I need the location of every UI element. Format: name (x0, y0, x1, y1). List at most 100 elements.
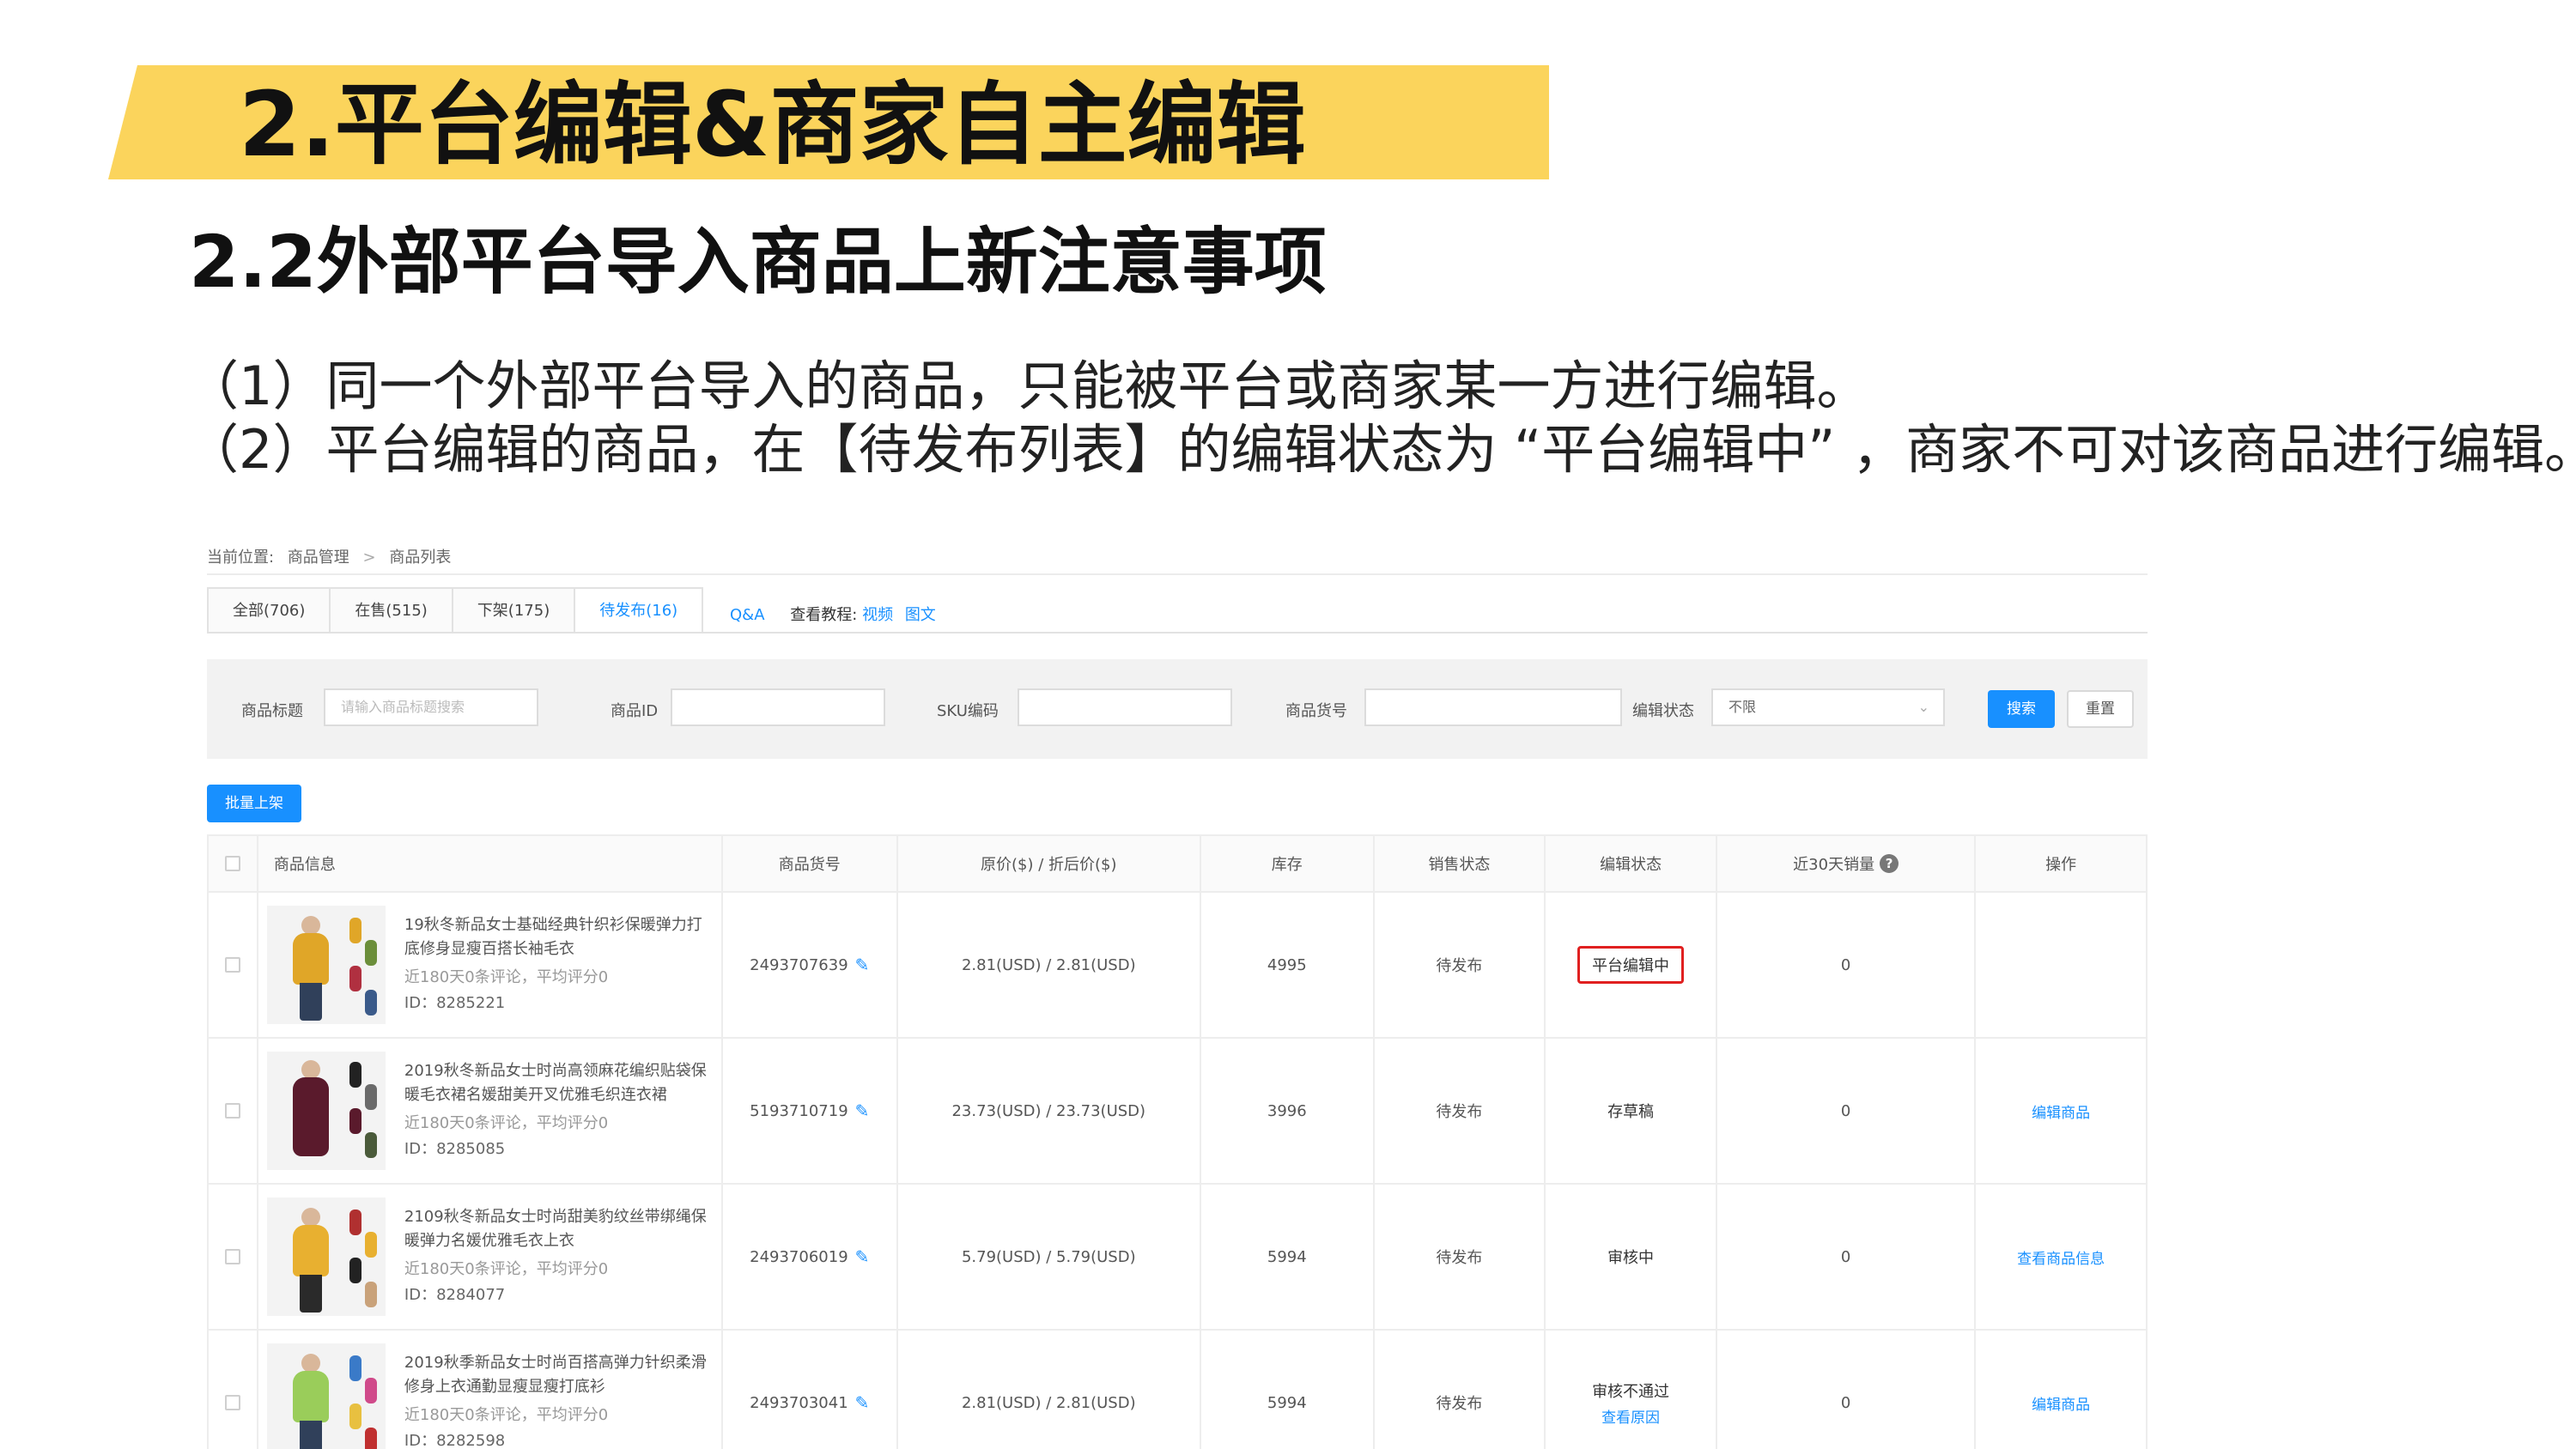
edit-status-cell: 平台编辑中 (1546, 893, 1717, 1037)
row-checkbox[interactable] (224, 957, 240, 973)
variant-icon (349, 1355, 361, 1381)
variant-icon (364, 1084, 377, 1110)
sold30-cell: 0 (1717, 893, 1977, 1037)
variant-icon (364, 1132, 377, 1158)
edit-status-text: 审核中 (1607, 1249, 1655, 1267)
help-links: Q&A 查看教程: 视频 图文 (730, 603, 943, 625)
stock-cell: 5994 (1201, 1331, 1375, 1449)
header-edit-status: 编辑状态 (1546, 836, 1717, 891)
video-link[interactable]: 视频 (862, 606, 893, 624)
stock-cell: 4995 (1201, 893, 1375, 1037)
product-id: ID：8282598 (404, 1432, 506, 1449)
product-info-cell: 2019秋冬新品女士时尚高领麻花编织贴袋保暖毛衣裙名媛甜美开叉优雅毛织连衣裙 近… (258, 1039, 723, 1183)
pencil-icon[interactable]: ✎ (855, 1246, 870, 1267)
tab-off-shelf[interactable]: 下架(175) (451, 587, 574, 634)
qa-link[interactable]: Q&A (730, 606, 765, 624)
edit-status-select-value: 不限 (1728, 699, 1757, 715)
header-stock: 库存 (1201, 836, 1375, 891)
edit-status-badge: 平台编辑中 (1577, 946, 1685, 984)
sku-value: 2493707639 (750, 955, 848, 974)
product-title[interactable]: 2109秋冬新品女士时尚甜美豹纹丝带绑绳保暖弹力名媛优雅毛衣上衣 (404, 1205, 710, 1253)
search-button[interactable]: 搜索 (1988, 690, 2055, 728)
product-title[interactable]: 19秋冬新品女士基础经典针织衫保暖弹力打底修身显瘦百搭长袖毛衣 (404, 913, 710, 961)
variant-icon (349, 1210, 361, 1235)
breadcrumb-product-management[interactable]: 商品管理 (288, 549, 349, 567)
price-cell: 2.81(USD) / 2.81(USD) (898, 893, 1201, 1037)
header-sold30-label: 近30天销量 (1793, 856, 1875, 874)
dress-icon (292, 1077, 329, 1156)
tabs-divider (207, 632, 2148, 634)
price-cell: 2.81(USD) / 2.81(USD) (898, 1331, 1201, 1449)
stock-cell: 5994 (1201, 1185, 1375, 1329)
sku-input[interactable] (1018, 688, 1232, 726)
sold30-cell: 0 (1717, 1039, 1977, 1183)
product-thumbnail[interactable] (266, 1343, 386, 1449)
variant-icon (349, 966, 361, 991)
batch-publish-button[interactable]: 批量上架 (207, 785, 301, 822)
model-head-icon (301, 1060, 320, 1079)
slide-title: 2.平台编辑&商家自主编辑 (239, 72, 1306, 177)
reset-button[interactable]: 重置 (2067, 690, 2134, 728)
header-op: 操作 (2045, 856, 2077, 874)
pencil-icon[interactable]: ✎ (855, 955, 870, 975)
edit-product-link[interactable]: 编辑商品 (2032, 1392, 2090, 1414)
product-list-screenshot: 当前位置: 商品管理 > 商品列表 全部(706) 在售(515) 下架(175… (203, 532, 2154, 1449)
id-input[interactable] (671, 688, 885, 726)
code-input[interactable] (1364, 688, 1622, 726)
view-reason-link[interactable]: 查看原因 (1601, 1405, 1660, 1427)
question-icon[interactable]: ? (1880, 854, 1899, 873)
breadcrumb: 当前位置: 商品管理 > 商品列表 (207, 545, 459, 567)
sweater-icon (292, 1371, 329, 1422)
sweater-icon (292, 1225, 329, 1276)
header-sale-status: 销售状态 (1375, 836, 1546, 891)
sku-cell: 5193710719 ✎ (723, 1039, 898, 1183)
pencil-icon[interactable]: ✎ (855, 1392, 870, 1413)
product-thumbnail[interactable] (266, 906, 386, 1024)
product-review-meta: 近180天0条评论，平均评分0 (404, 968, 609, 986)
sold30-cell: 0 (1717, 1331, 1977, 1449)
view-product-link[interactable]: 查看商品信息 (2017, 1246, 2105, 1268)
sku-value: 2493706019 (750, 1247, 848, 1266)
breadcrumb-product-list: 商品列表 (389, 549, 452, 567)
row-checkbox[interactable] (224, 1103, 240, 1119)
product-title[interactable]: 2019秋冬新品女士时尚高领麻花编织贴袋保暖毛衣裙名媛甜美开叉优雅毛织连衣裙 (404, 1059, 710, 1107)
title-search-input[interactable]: 请输入商品标题搜索 (324, 688, 538, 726)
header-price: 原价($) / 折后价($) (898, 836, 1201, 891)
edit-status-select[interactable]: 不限 ⌄ (1711, 688, 1945, 726)
row-checkbox[interactable] (224, 1249, 240, 1264)
id-filter-label: 商品ID (611, 702, 659, 720)
price-cell: 23.73(USD) / 23.73(USD) (898, 1039, 1201, 1183)
product-review-meta: 近180天0条评论，平均评分0 (404, 1114, 609, 1132)
pencil-icon[interactable]: ✎ (855, 1100, 870, 1121)
product-thumbnail[interactable] (266, 1197, 386, 1316)
variant-icon (364, 990, 377, 1016)
tab-pending[interactable]: 待发布(16) (574, 587, 704, 634)
article-link[interactable]: 图文 (905, 606, 936, 624)
row-checkbox-cell (209, 1185, 258, 1329)
product-info-cell: 2019秋季新品女士时尚百搭高弹力针织柔滑修身上衣通勤显瘦显瘦打底衫 近180天… (258, 1331, 723, 1449)
sold30-cell: 0 (1717, 1185, 1977, 1329)
product-table: 商品信息 商品货号 原价($) / 折后价($) 库存 销售状态 编辑状态 近3… (207, 834, 2148, 1449)
product-title[interactable]: 2019秋季新品女士时尚百搭高弹力针织柔滑修身上衣通勤显瘦显瘦打底衫 (404, 1351, 710, 1399)
sale-status-cell: 待发布 (1375, 1039, 1546, 1183)
select-all-checkbox[interactable] (224, 856, 240, 871)
edit-status-cell: 审核不通过 查看原因 (1546, 1331, 1717, 1449)
variant-icon (364, 1428, 377, 1449)
header-checkbox-cell (209, 836, 258, 891)
code-filter-label: 商品货号 (1285, 702, 1347, 720)
product-info-cell: 2109秋冬新品女士时尚甜美豹纹丝带绑绳保暖弹力名媛优雅毛衣上衣 近180天0条… (258, 1185, 723, 1329)
jeans-icon (299, 983, 322, 1021)
tab-all[interactable]: 全部(706) (207, 587, 330, 634)
edit-status-filter-label: 编辑状态 (1632, 702, 1694, 720)
variant-icon (349, 1258, 361, 1283)
breadcrumb-prefix: 当前位置: (207, 549, 275, 567)
stock-cell: 3996 (1201, 1039, 1375, 1183)
product-thumbnail[interactable] (266, 1052, 386, 1170)
edit-status-text: 审核不通过 (1592, 1382, 1670, 1401)
row-checkbox[interactable] (224, 1395, 240, 1410)
edit-product-link[interactable]: 编辑商品 (2032, 1100, 2090, 1122)
title-filter-label: 商品标题 (241, 702, 303, 720)
chevron-down-icon: ⌄ (1917, 699, 1929, 715)
tab-on-sale[interactable]: 在售(515) (329, 587, 452, 634)
table-row: 2109秋冬新品女士时尚甜美豹纹丝带绑绳保暖弹力名媛优雅毛衣上衣 近180天0条… (209, 1185, 2146, 1331)
